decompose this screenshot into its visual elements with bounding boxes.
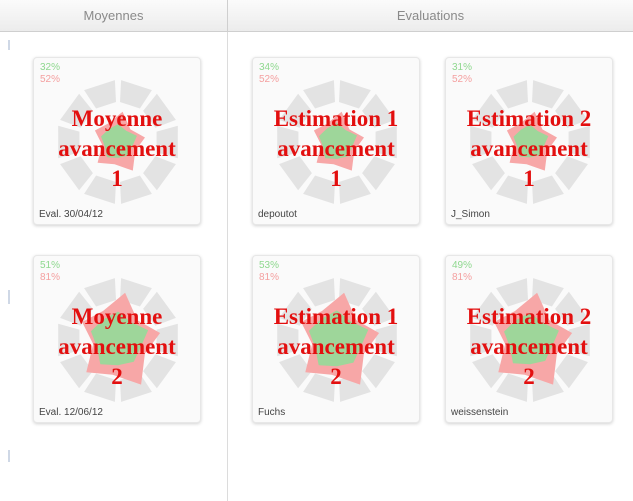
overlay-line: 1 [523,166,535,191]
overlay-line: avancement [58,334,176,359]
overlay-line: 1 [330,166,342,191]
moyenne-card-2[interactable]: 51% 81% Moyenne avancement 2 Eval. 12/06… [33,255,201,423]
card-caption: Fuchs [258,407,286,418]
estimation-card-2-2[interactable]: 49% 81% Estimation 2 avancement 2 weisse… [445,255,613,423]
estimation-card-2-1[interactable]: 31% 52% Estimation 2 avancement 1 J_Simo… [445,57,613,225]
overlay-label: Estimation 1 avancement 1 [274,104,399,194]
left-edge-marker [8,290,10,304]
overlay-line: Estimation 2 [466,106,592,131]
overlay-label: Estimation 1 avancement 2 [274,302,399,392]
overlay-line: avancement [277,136,395,161]
green-percentage: 51% [40,260,61,271]
overlay-line: avancement [470,136,588,161]
red-percentage: 52% [40,74,61,85]
card-caption: depoutot [258,209,297,220]
overlay-line: avancement [470,334,588,359]
overlay-line: Moyenne [71,304,163,329]
green-percentage: 49% [452,260,473,271]
estimation-card-1-2[interactable]: 53% 81% Estimation 1 avancement 2 Fuchs [252,255,420,423]
moyenne-card-1[interactable]: 32% 52% Moyenne avancement 1 Eval. 30/04… [33,57,201,225]
overlay-label: Estimation 2 avancement 2 [467,302,592,392]
red-percentage: 52% [452,74,473,85]
left-edge-marker [8,450,10,462]
green-percentage: 34% [259,62,280,73]
estimation-card-1-1[interactable]: 34% 52% Estimation 1 avancement 1 depout… [252,57,420,225]
column-divider [227,32,228,501]
card-caption: weissenstein [451,407,509,418]
red-percentage: 81% [40,272,61,283]
green-percentage: 32% [40,62,61,73]
overlay-line: 1 [111,166,123,191]
card-caption: J_Simon [451,209,490,220]
overlay-line: 2 [523,364,535,389]
overlay-line: Estimation 2 [466,304,592,329]
overlay-line: 2 [111,364,123,389]
overlay-line: avancement [277,334,395,359]
green-percentage: 31% [452,62,473,73]
card-caption: Eval. 12/06/12 [39,407,103,418]
red-percentage: 81% [259,272,280,283]
card-caption: Eval. 30/04/12 [39,209,103,220]
red-percentage: 81% [452,272,473,283]
red-percentage: 52% [259,74,280,85]
overlay-line: 2 [330,364,342,389]
overlay-line: Estimation 1 [273,106,399,131]
green-percentage: 53% [259,260,280,271]
column-header-bar: Moyennes Evaluations [0,0,633,32]
overlay-label: Estimation 2 avancement 1 [467,104,592,194]
overlay-label: Moyenne avancement 1 [58,104,176,194]
overlay-label: Moyenne avancement 2 [58,302,176,392]
moyennes-column-header[interactable]: Moyennes [0,0,228,32]
left-edge-marker [8,40,10,50]
overlay-line: Moyenne [71,106,163,131]
overlay-line: Estimation 1 [273,304,399,329]
evaluations-column-header[interactable]: Evaluations [228,0,633,32]
overlay-line: avancement [58,136,176,161]
